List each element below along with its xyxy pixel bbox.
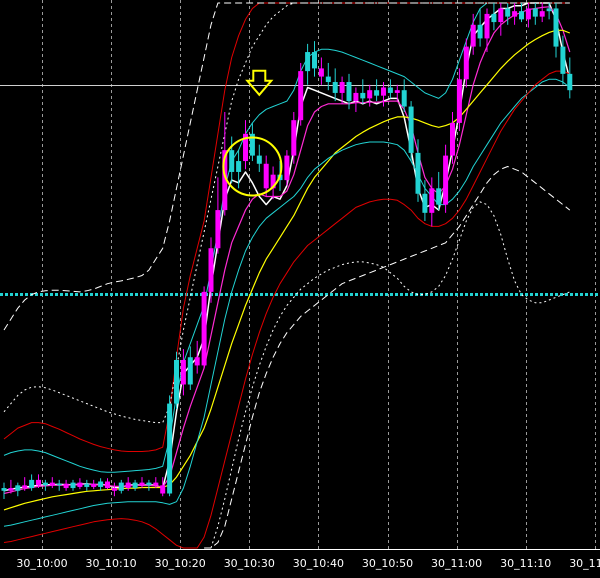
- candle-body: [463, 46, 469, 80]
- candle-body: [436, 188, 442, 205]
- candle-body: [42, 482, 48, 486]
- candle-body: [36, 479, 41, 486]
- candle-body: [498, 8, 504, 23]
- candle-body: [263, 163, 269, 189]
- x-tick-label: 30_10:00: [16, 557, 67, 570]
- candle-body: [167, 403, 173, 494]
- candle-body: [236, 161, 242, 172]
- candle-body: [29, 479, 35, 489]
- candle-body: [381, 87, 386, 96]
- candle-body: [201, 291, 207, 366]
- candle-body: [312, 52, 317, 69]
- candle-body: [339, 82, 345, 93]
- chart: 30_10:00 30_10:10 30_10:20 30_10:30 30_10:40…: [0, 0, 600, 578]
- candle-body: [512, 11, 518, 17]
- candle-body: [174, 359, 179, 404]
- x-tick-label: 30_10:50: [362, 557, 413, 570]
- candle-body: [560, 46, 566, 74]
- candle-body: [346, 82, 352, 102]
- candle-body: [470, 24, 476, 47]
- candle-body: [325, 76, 331, 83]
- x-axis-ticks: 30_10:00 30_10:10 30_10:20 30_10:30 30_10:40…: [16, 557, 600, 570]
- candle-body: [229, 150, 235, 172]
- candle-body: [146, 482, 152, 486]
- candle-body: [532, 8, 538, 17]
- x-tick-label: 30_10:10: [85, 557, 136, 570]
- candle-body: [139, 482, 145, 486]
- x-tick-label: 30_11:10: [500, 557, 551, 570]
- candle-body: [525, 8, 531, 20]
- candle-body: [456, 79, 462, 123]
- candle-body: [118, 482, 124, 491]
- candle-body: [567, 73, 573, 91]
- candle-body: [505, 8, 511, 17]
- candle-body: [484, 13, 490, 39]
- candle-body: [305, 52, 311, 72]
- candle-body: [15, 485, 21, 491]
- candle-body: [160, 485, 166, 494]
- candle: [174, 351, 179, 410]
- candle-body: [132, 482, 138, 489]
- candle-body: [519, 11, 524, 20]
- x-tick-label: 30_10:30: [224, 557, 275, 570]
- candle-body: [539, 11, 545, 17]
- candle-body: [1, 488, 7, 491]
- candle-body: [105, 481, 110, 489]
- candle-body: [491, 13, 497, 23]
- x-tick-label: 30_11:20: [569, 557, 600, 570]
- candle-body: [8, 488, 14, 491]
- x-tick-label: 30_10:40: [293, 557, 344, 570]
- candle-body: [256, 155, 262, 164]
- candle-body: [22, 485, 28, 489]
- candle-body: [401, 90, 407, 107]
- candle-body: [56, 483, 62, 486]
- candle-body: [367, 90, 373, 99]
- candle-body: [394, 90, 400, 93]
- candlestick-chart: 30_10:00 30_10:10 30_10:20 30_10:30 30_10:40…: [0, 0, 600, 578]
- candle-body: [284, 155, 290, 181]
- candle-body: [215, 210, 221, 249]
- candle-body: [374, 90, 380, 96]
- candle-body: [208, 248, 214, 292]
- candle-body: [77, 482, 83, 487]
- candle-body: [98, 481, 104, 487]
- candle-body: [429, 188, 435, 213]
- candle: [167, 395, 173, 497]
- candle-body: [70, 482, 76, 489]
- candle: [201, 286, 207, 369]
- candle-body: [91, 483, 97, 487]
- candle-body: [298, 71, 304, 121]
- x-tick-label: 30_11:00: [431, 557, 482, 570]
- candle-body: [125, 482, 131, 489]
- candle-body: [49, 482, 55, 486]
- candle-body: [546, 8, 552, 12]
- candle: [408, 101, 414, 162]
- candle-body: [180, 359, 186, 385]
- candle-body: [63, 483, 69, 489]
- candle-body: [408, 106, 414, 153]
- candle-body: [450, 122, 455, 156]
- candle-body: [422, 193, 428, 213]
- candle-body: [111, 488, 117, 491]
- candle-body: [84, 483, 90, 487]
- candle-body: [553, 8, 559, 47]
- candle: [298, 62, 304, 126]
- candle-body: [477, 24, 483, 39]
- candle-body: [153, 482, 159, 486]
- candle-body: [291, 120, 297, 156]
- candle-body: [332, 82, 338, 93]
- candle-body: [318, 68, 324, 77]
- candle-body: [194, 357, 200, 366]
- x-tick-label: 30_10:20: [155, 557, 206, 570]
- candle-body: [353, 92, 359, 102]
- candle-body: [187, 357, 193, 385]
- candle-body: [443, 155, 449, 205]
- candle-body: [387, 87, 393, 93]
- candle-body: [415, 152, 421, 194]
- candle-body: [360, 92, 366, 99]
